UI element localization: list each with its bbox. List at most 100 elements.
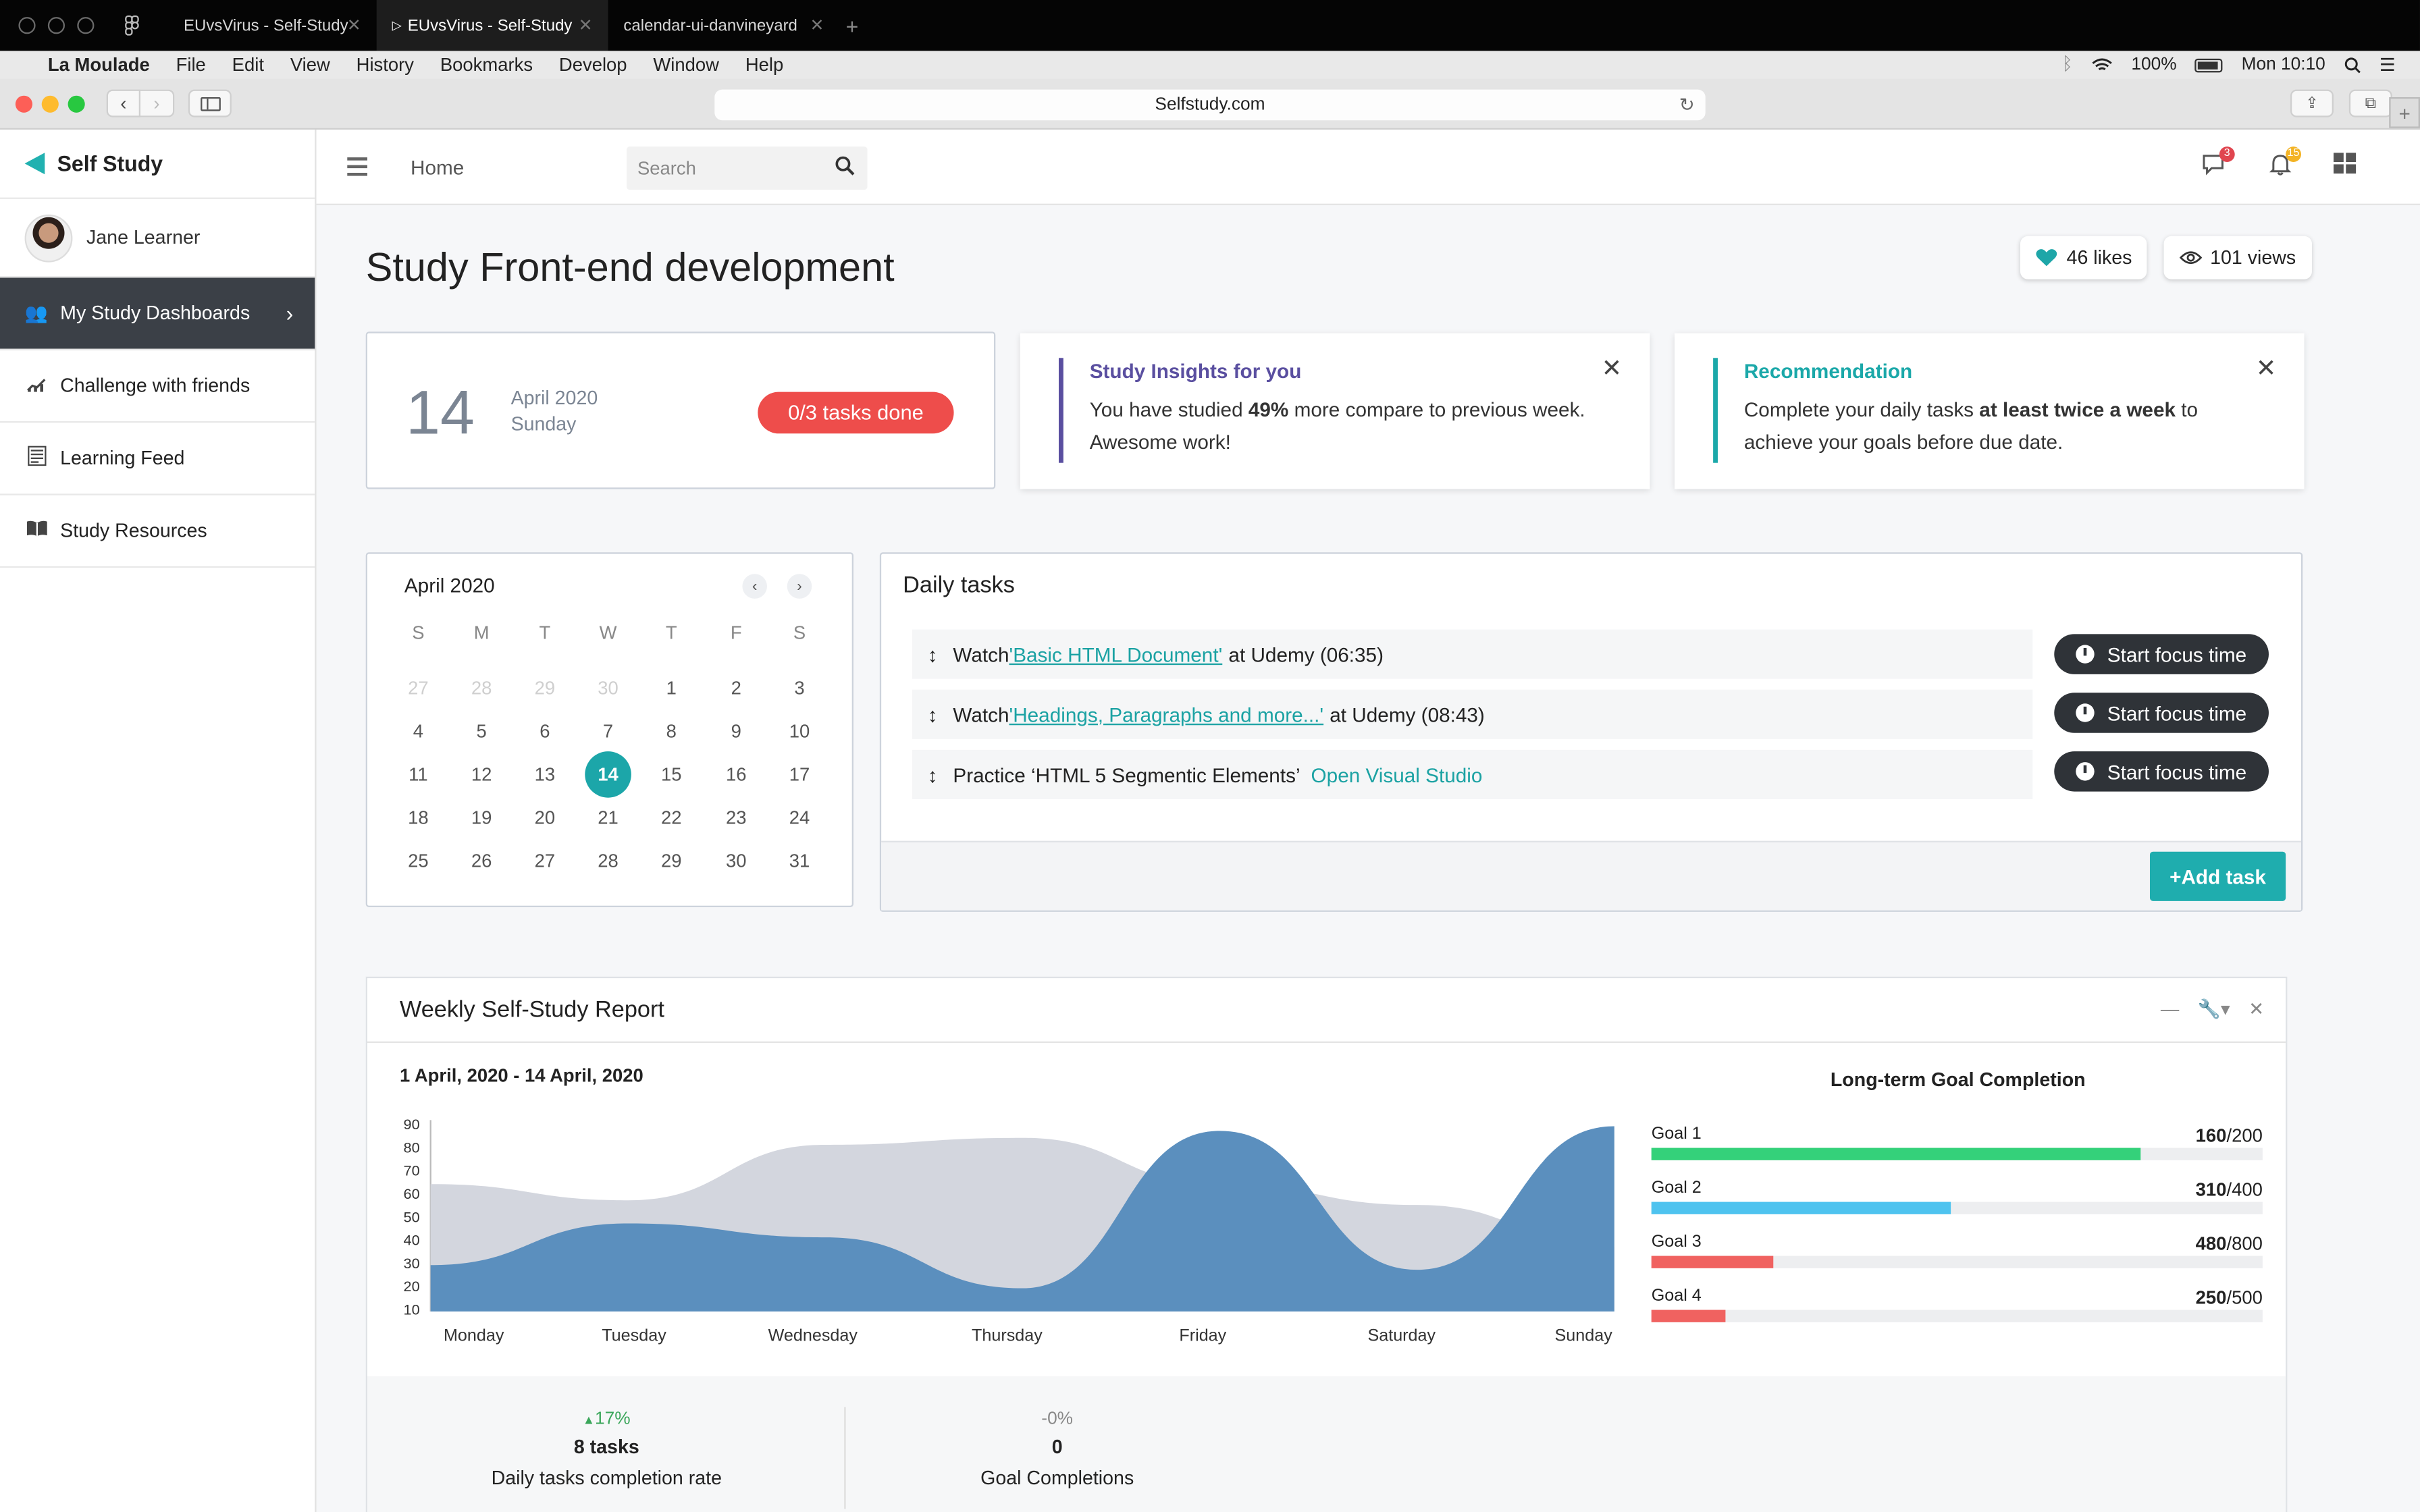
start-focus-button[interactable]: Start focus time (2054, 634, 2269, 674)
calendar-day[interactable]: 30 (713, 838, 760, 884)
menu-bookmarks[interactable]: Bookmarks (440, 54, 533, 76)
notifications-button[interactable]: 15 (2269, 146, 2301, 184)
sidebar-item-my-study-dashboards[interactable]: 👥 My Study Dashboards › (0, 277, 315, 350)
calendar-day-selected[interactable]: 14 (585, 751, 631, 798)
calendar-day[interactable]: 25 (395, 838, 442, 884)
menu-app-name[interactable]: La Moulade (48, 54, 150, 76)
calendar-day[interactable]: 7 (585, 708, 631, 755)
menu-view[interactable]: View (290, 54, 330, 76)
views-badge[interactable]: 101 views (2163, 236, 2312, 279)
search-input[interactable]: Search (626, 146, 868, 190)
likes-badge[interactable]: 46 likes (2020, 236, 2148, 279)
open-visual-studio-link[interactable]: Open Visual Studio (1311, 763, 1483, 786)
address-bar[interactable]: Selfstudy.com ↻ (714, 89, 1706, 121)
breadcrumb-home[interactable]: Home (411, 156, 464, 179)
sidebar-item-study-resources[interactable]: Study Resources (0, 495, 315, 568)
share-icon[interactable]: ⇪ (2290, 89, 2334, 117)
figma-tab-active[interactable]: ▷ EUvsVirus - Self-Study ✕ (376, 0, 608, 51)
window-zoom-icon[interactable] (77, 17, 95, 34)
hamburger-menu-icon[interactable] (347, 157, 367, 180)
calendar-day[interactable]: 12 (458, 751, 505, 798)
sidebar-toggle-icon[interactable] (188, 89, 232, 117)
calendar-day[interactable]: 27 (395, 665, 442, 711)
chevron-right-icon[interactable]: › (787, 574, 812, 599)
calendar-day[interactable]: 24 (777, 794, 823, 841)
apps-grid-icon[interactable] (2333, 153, 2357, 182)
minimize-window-button[interactable] (41, 94, 59, 112)
close-icon[interactable]: ✕ (2248, 998, 2264, 1020)
menu-edit[interactable]: Edit (232, 54, 264, 76)
add-task-button[interactable]: +Add task (2149, 851, 2286, 901)
calendar-day[interactable]: 10 (777, 708, 823, 755)
close-icon[interactable]: ✕ (810, 16, 824, 35)
minimize-icon[interactable]: — (2161, 998, 2179, 1020)
close-window-button[interactable] (15, 94, 32, 112)
calendar-day[interactable]: 28 (585, 838, 631, 884)
calendar-day[interactable]: 23 (713, 794, 760, 841)
start-focus-button[interactable]: Start focus time (2054, 693, 2269, 733)
menu-develop[interactable]: Develop (559, 54, 627, 76)
close-icon[interactable]: ✕ (1602, 353, 1623, 384)
calendar-day[interactable]: 29 (648, 838, 695, 884)
sidebar-item-learning-feed[interactable]: Learning Feed (0, 423, 315, 495)
search-icon[interactable] (835, 156, 856, 176)
figma-tab[interactable]: calendar-ui-danvineyard ✕ (608, 0, 840, 51)
task-item[interactable]: ↕ Practice ‘HTML 5 Segmentic Elements’ O… (912, 749, 2033, 799)
forward-arrow-icon[interactable]: › (140, 89, 175, 117)
wifi-icon[interactable] (2091, 57, 2113, 73)
calendar-day[interactable]: 8 (648, 708, 695, 755)
calendar-day[interactable]: 2 (713, 665, 760, 711)
calendar-day[interactable]: 21 (585, 794, 631, 841)
menu-history[interactable]: History (357, 54, 414, 76)
task-item[interactable]: ↕ Watch 'Headings, Paragraphs and more..… (912, 689, 2033, 739)
menu-file[interactable]: File (176, 54, 206, 76)
calendar-day[interactable]: 29 (522, 665, 569, 711)
back-arrow-icon[interactable]: ‹ (106, 89, 140, 117)
calendar-day[interactable]: 22 (648, 794, 695, 841)
menu-help[interactable]: Help (745, 54, 783, 76)
drag-handle-icon[interactable]: ↕ (928, 643, 938, 666)
bluetooth-icon[interactable]: ᛒ (2062, 55, 2073, 74)
calendar-day[interactable]: 4 (395, 708, 442, 755)
calendar-day[interactable]: 19 (458, 794, 505, 841)
task-item[interactable]: ↕ Watch 'Basic HTML Document' at Udemy (… (912, 629, 2033, 679)
calendar-day[interactable]: 18 (395, 794, 442, 841)
calendar-day[interactable]: 17 (777, 751, 823, 798)
task-link[interactable]: 'Headings, Paragraphs and more...' (1009, 703, 1324, 726)
calendar-day[interactable]: 5 (458, 708, 505, 755)
drag-handle-icon[interactable]: ↕ (928, 763, 938, 786)
close-icon[interactable]: ✕ (347, 16, 361, 35)
figma-logo-icon[interactable] (125, 14, 140, 36)
tabs-overview-icon[interactable]: ⧉ (2348, 89, 2392, 117)
new-tab-plus-icon[interactable]: + (2389, 97, 2420, 128)
new-tab-plus-icon[interactable]: + (846, 13, 859, 38)
drag-handle-icon[interactable]: ↕ (928, 703, 938, 726)
calendar-day[interactable]: 3 (777, 665, 823, 711)
sidebar-item-challenge-with-friends[interactable]: Challenge with friends (0, 350, 315, 423)
brand[interactable]: Self Study (0, 130, 315, 199)
spotlight-search-icon[interactable] (2344, 56, 2361, 73)
start-focus-button[interactable]: Start focus time (2054, 751, 2269, 792)
calendar-day[interactable]: 16 (713, 751, 760, 798)
calendar-day[interactable]: 15 (648, 751, 695, 798)
calendar-day[interactable]: 13 (522, 751, 569, 798)
calendar-day[interactable]: 11 (395, 751, 442, 798)
menu-window[interactable]: Window (653, 54, 719, 76)
tasks-done-badge[interactable]: 0/3 tasks done (758, 392, 954, 434)
calendar-day[interactable]: 31 (777, 838, 823, 884)
calendar-day[interactable]: 20 (522, 794, 569, 841)
calendar-day[interactable]: 1 (648, 665, 695, 711)
calendar-day[interactable]: 28 (458, 665, 505, 711)
close-icon[interactable]: ✕ (579, 16, 593, 35)
menubar-clock[interactable]: Mon 10:10 (2242, 55, 2325, 74)
calendar-day[interactable]: 27 (522, 838, 569, 884)
battery-icon[interactable] (2195, 57, 2224, 72)
reload-icon[interactable]: ↻ (1679, 94, 1695, 115)
calendar-day[interactable]: 30 (585, 665, 631, 711)
calendar-day[interactable]: 9 (713, 708, 760, 755)
user-profile[interactable]: Jane Learner (0, 199, 315, 278)
messages-button[interactable]: 3 (2201, 146, 2235, 184)
calendar-day[interactable]: 6 (522, 708, 569, 755)
calendar-day[interactable]: 26 (458, 838, 505, 884)
close-icon[interactable]: ✕ (2256, 353, 2277, 384)
